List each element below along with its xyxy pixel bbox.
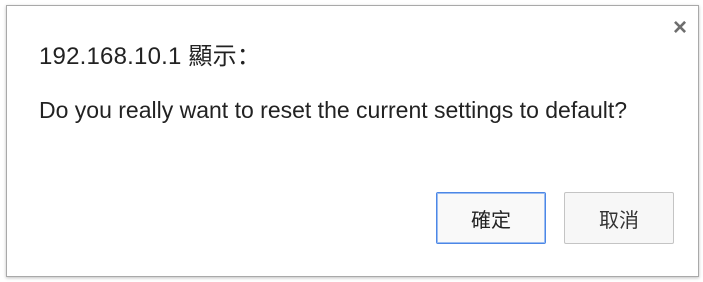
alert-dialog: 192.168.10.1 顯示： × Do you really want to… — [6, 5, 699, 277]
dialog-message: Do you really want to reset the current … — [39, 97, 628, 123]
dialog-buttons: 確定 取消 — [436, 192, 674, 244]
cancel-button[interactable]: 取消 — [564, 192, 674, 244]
ok-button[interactable]: 確定 — [436, 192, 546, 244]
dialog-title: 192.168.10.1 顯示： — [39, 43, 262, 70]
close-icon[interactable]: × — [666, 14, 694, 42]
